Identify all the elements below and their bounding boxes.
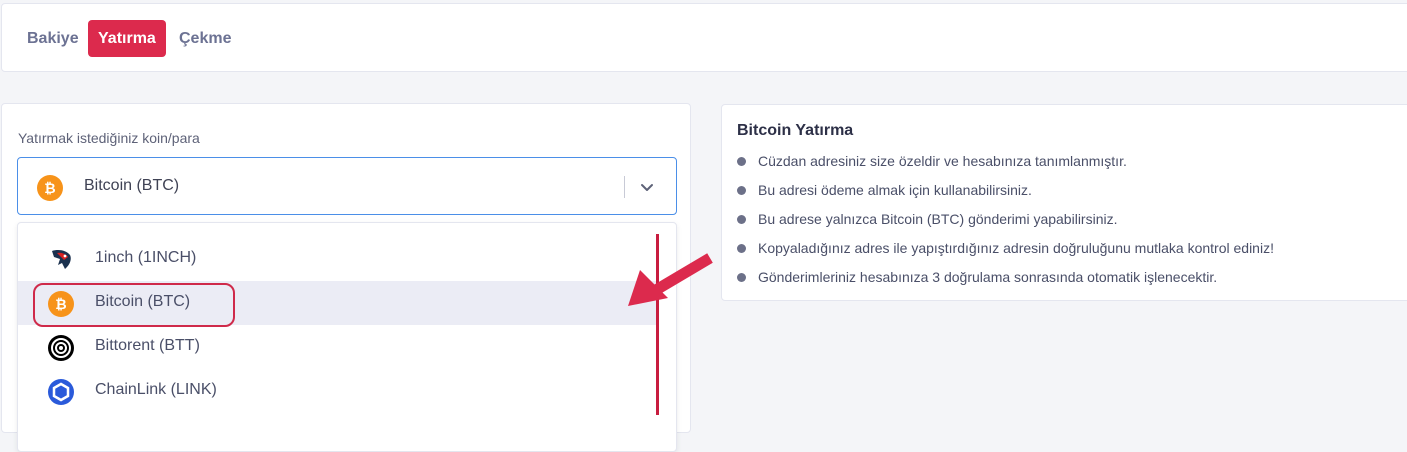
annotation-arrow-icon — [626, 250, 716, 315]
coin-dropdown-menu: 1inch (1INCH) ₿ Bitcoin (BTC) Bittorent … — [17, 222, 677, 452]
info-item: Kopyaladığınız adres ile yapıştırdığınız… — [737, 237, 1274, 266]
select-separator — [624, 176, 625, 198]
tab-yatirma[interactable]: Yatırma — [88, 20, 166, 57]
svg-text:₿: ₿ — [44, 181, 55, 197]
info-list: Cüzdan adresiniz size özeldir ve hesabın… — [737, 150, 1274, 295]
info-card: Bitcoin Yatırma Cüzdan adresiniz size öz… — [721, 104, 1407, 301]
option-label: Bittorent (BTT) — [95, 337, 200, 354]
coin-select-label: Yatırmak istediğiniz koin/para — [18, 130, 200, 146]
info-item: Gönderimleriniz hesabınıza 3 doğrulama s… — [737, 266, 1274, 295]
option-label: ChainLink (LINK) — [95, 381, 217, 398]
chainlink-icon — [48, 379, 74, 405]
tabs-bar: Bakiye Yatırma Çekme — [1, 3, 1407, 72]
info-item: Cüzdan adresiniz size özeldir ve hesabın… — [737, 150, 1274, 179]
option-label: 1inch (1INCH) — [95, 249, 197, 266]
tab-bakiye[interactable]: Bakiye — [17, 20, 89, 57]
deposit-form-card: Yatırmak istediğiniz koin/para ₿ Bitcoin… — [1, 103, 691, 452]
bittorrent-icon — [48, 335, 74, 361]
tab-cekme[interactable]: Çekme — [169, 20, 241, 57]
option-bittorrent[interactable]: Bittorent (BTT) — [18, 325, 658, 369]
1inch-icon — [48, 247, 74, 273]
info-item: Bu adresi ödeme almak için kullanabilirs… — [737, 179, 1274, 208]
coin-select[interactable]: ₿ Bitcoin (BTC) — [17, 157, 677, 215]
selection-highlight-outline — [33, 283, 235, 327]
info-title: Bitcoin Yatırma — [737, 122, 854, 139]
bitcoin-icon: ₿ — [37, 175, 63, 206]
option-1inch[interactable]: 1inch (1INCH) — [18, 237, 658, 281]
coin-select-value: Bitcoin (BTC) — [84, 177, 180, 194]
option-chainlink[interactable]: ChainLink (LINK) — [18, 369, 658, 413]
info-item: Bu adrese yalnızca Bitcoin (BTC) gönderi… — [737, 208, 1274, 237]
chevron-down-icon[interactable] — [636, 176, 658, 198]
